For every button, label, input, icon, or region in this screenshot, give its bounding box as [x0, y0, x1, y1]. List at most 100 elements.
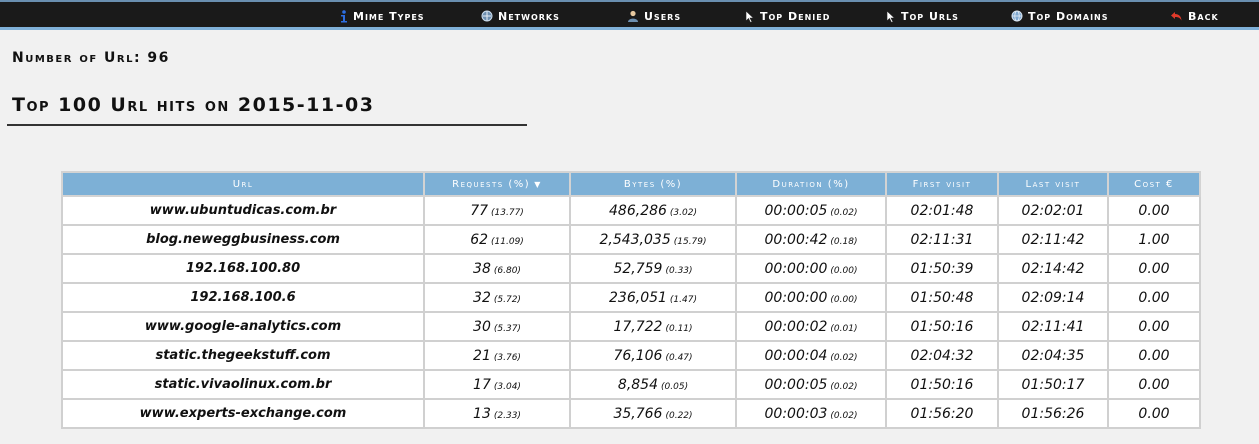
nav-users[interactable]: Users — [627, 7, 681, 25]
nav-users-label: Users — [644, 9, 682, 23]
url-cell[interactable]: www.experts-exchange.com — [61, 398, 425, 429]
cost-cell: 0.00 — [1107, 398, 1201, 429]
duration-percent: (0.18) — [830, 236, 858, 247]
table-body: www.ubuntudicas.com.br 77 (13.77) 486,286 (3… — [61, 195, 1201, 429]
bytes-percent: (15.79) — [673, 236, 707, 247]
requests-percent: (3.76) — [493, 352, 521, 363]
last-visit-cell: 02:09:14 — [997, 282, 1109, 313]
nav-top-domains[interactable]: Top Domains — [1011, 7, 1109, 25]
duration-percent: (0.02) — [830, 410, 858, 421]
first-visit-cell: 02:11:31 — [885, 224, 999, 255]
cursor-icon — [886, 9, 896, 23]
url-cell[interactable]: blog.neweggbusiness.com — [61, 224, 425, 255]
first-visit-cell: 01:50:16 — [885, 369, 999, 400]
column-header-bytes[interactable]: Bytes (%) — [569, 171, 737, 197]
cost-cell: 0.00 — [1107, 253, 1201, 284]
requests-percent: (5.37) — [493, 323, 521, 334]
cost-cell: 0.00 — [1107, 195, 1201, 226]
nav-networks-label: Networks — [498, 9, 560, 23]
bytes-percent: (0.11) — [665, 323, 693, 334]
requests-percent: (5.72) — [493, 294, 521, 305]
bytes-percent: (0.05) — [661, 381, 689, 392]
last-visit-cell: 02:04:35 — [997, 340, 1109, 371]
nav-networks[interactable]: Networks — [481, 7, 560, 25]
cost-cell: 0.00 — [1107, 340, 1201, 371]
bytes-cell: 35,766 (0.22) — [569, 398, 737, 429]
nav-top-denied-label: Top Denied — [760, 9, 831, 23]
nav-top-urls[interactable]: Top Urls — [886, 7, 959, 25]
url-cell[interactable]: 192.168.100.6 — [61, 282, 425, 313]
table-row: 192.168.100.80 38 (6.80) 52,759 (0.33) 00:00:… — [61, 253, 1201, 284]
url-cell[interactable]: www.google-analytics.com — [61, 311, 425, 342]
requests-cell: 77 (13.77) — [423, 195, 571, 226]
duration-cell: 00:00:05 (0.02) — [735, 369, 887, 400]
requests-cell: 38 (6.80) — [423, 253, 571, 284]
table-row: static.thegeekstuff.com 21 (3.76) 76,106 (0.… — [61, 340, 1201, 371]
first-visit-cell: 01:56:20 — [885, 398, 999, 429]
nav-mime-types-label: Mime Types — [353, 9, 425, 23]
column-header-first-visit[interactable]: First visit — [885, 171, 999, 197]
first-visit-cell: 02:04:32 — [885, 340, 999, 371]
bytes-cell: 76,106 (0.47) — [569, 340, 737, 371]
table-header-row: Url Requests (%) ▼ Bytes (%) Duration (%)… — [61, 171, 1201, 197]
bytes-cell: 2,543,035 (15.79) — [569, 224, 737, 255]
globe-icon — [1011, 10, 1023, 22]
requests-cell: 30 (5.37) — [423, 311, 571, 342]
duration-percent: (0.00) — [830, 294, 858, 305]
table-row: static.vivaolinux.com.br 17 (3.04) 8,854 (0.… — [61, 369, 1201, 400]
requests-cell: 21 (3.76) — [423, 340, 571, 371]
url-cell[interactable]: 192.168.100.80 — [61, 253, 425, 284]
table-row: 192.168.100.6 32 (5.72) 236,051 (1.47) 00:00:… — [61, 282, 1201, 313]
requests-percent: (11.09) — [491, 236, 524, 247]
cost-cell: 0.00 — [1107, 282, 1201, 313]
duration-cell: 00:00:05 (0.02) — [735, 195, 887, 226]
info-icon — [341, 9, 347, 22]
url-cell[interactable]: www.ubuntudicas.com.br — [61, 195, 425, 226]
cost-cell: 0.00 — [1107, 311, 1201, 342]
table-row: www.google-analytics.com 30 (5.37) 17,722 (0… — [61, 311, 1201, 342]
bytes-percent: (0.33) — [665, 265, 693, 276]
title-underline — [7, 124, 527, 126]
table-row: blog.neweggbusiness.com 62 (11.09) 2,543,03… — [61, 224, 1201, 255]
requests-cell: 62 (11.09) — [423, 224, 571, 255]
network-icon — [481, 10, 493, 22]
cursor-icon — [745, 9, 755, 23]
cost-cell: 0.00 — [1107, 369, 1201, 400]
bytes-percent: (1.47) — [669, 294, 697, 305]
nav-mime-types[interactable]: Mime Types — [339, 7, 425, 25]
bytes-cell: 17,722 (0.11) — [569, 311, 737, 342]
column-header-cost[interactable]: Cost € — [1107, 171, 1201, 197]
url-stats-table: Url Requests (%) ▼ Bytes (%) Duration (%)… — [61, 171, 1201, 429]
sort-descending-icon: ▼ — [534, 179, 542, 189]
duration-percent: (0.01) — [830, 323, 858, 334]
requests-percent: (6.80) — [493, 265, 521, 276]
url-count: Number of Url: 96 — [12, 50, 170, 66]
duration-percent: (0.00) — [830, 265, 858, 276]
duration-percent: (0.02) — [830, 352, 858, 363]
table-row: www.experts-exchange.com 13 (2.33) 35,766 (0… — [61, 398, 1201, 429]
url-cell[interactable]: static.thegeekstuff.com — [61, 340, 425, 371]
duration-cell: 00:00:00 (0.00) — [735, 253, 887, 284]
duration-cell: 00:00:00 (0.00) — [735, 282, 887, 313]
page-title: Top 100 Url hits on 2015-11-03 — [12, 94, 375, 116]
bytes-cell: 486,286 (3.02) — [569, 195, 737, 226]
requests-percent: (2.33) — [493, 410, 521, 421]
requests-cell: 17 (3.04) — [423, 369, 571, 400]
bytes-cell: 236,051 (1.47) — [569, 282, 737, 313]
last-visit-cell: 02:14:42 — [997, 253, 1109, 284]
column-header-requests[interactable]: Requests (%) ▼ — [423, 171, 571, 197]
duration-cell: 00:00:04 (0.02) — [735, 340, 887, 371]
column-header-duration[interactable]: Duration (%) — [735, 171, 887, 197]
url-cell[interactable]: static.vivaolinux.com.br — [61, 369, 425, 400]
column-header-last-visit[interactable]: Last visit — [997, 171, 1109, 197]
nav-top-domains-label: Top Domains — [1028, 9, 1109, 23]
first-visit-cell: 01:50:48 — [885, 282, 999, 313]
bytes-cell: 8,854 (0.05) — [569, 369, 737, 400]
column-header-url[interactable]: Url — [61, 171, 425, 197]
bytes-percent: (0.22) — [665, 410, 693, 421]
user-icon — [628, 10, 638, 22]
nav-top-urls-label: Top Urls — [901, 9, 959, 23]
duration-cell: 00:00:03 (0.02) — [735, 398, 887, 429]
nav-back[interactable]: Back — [1170, 7, 1219, 25]
nav-top-denied[interactable]: Top Denied — [745, 7, 830, 25]
